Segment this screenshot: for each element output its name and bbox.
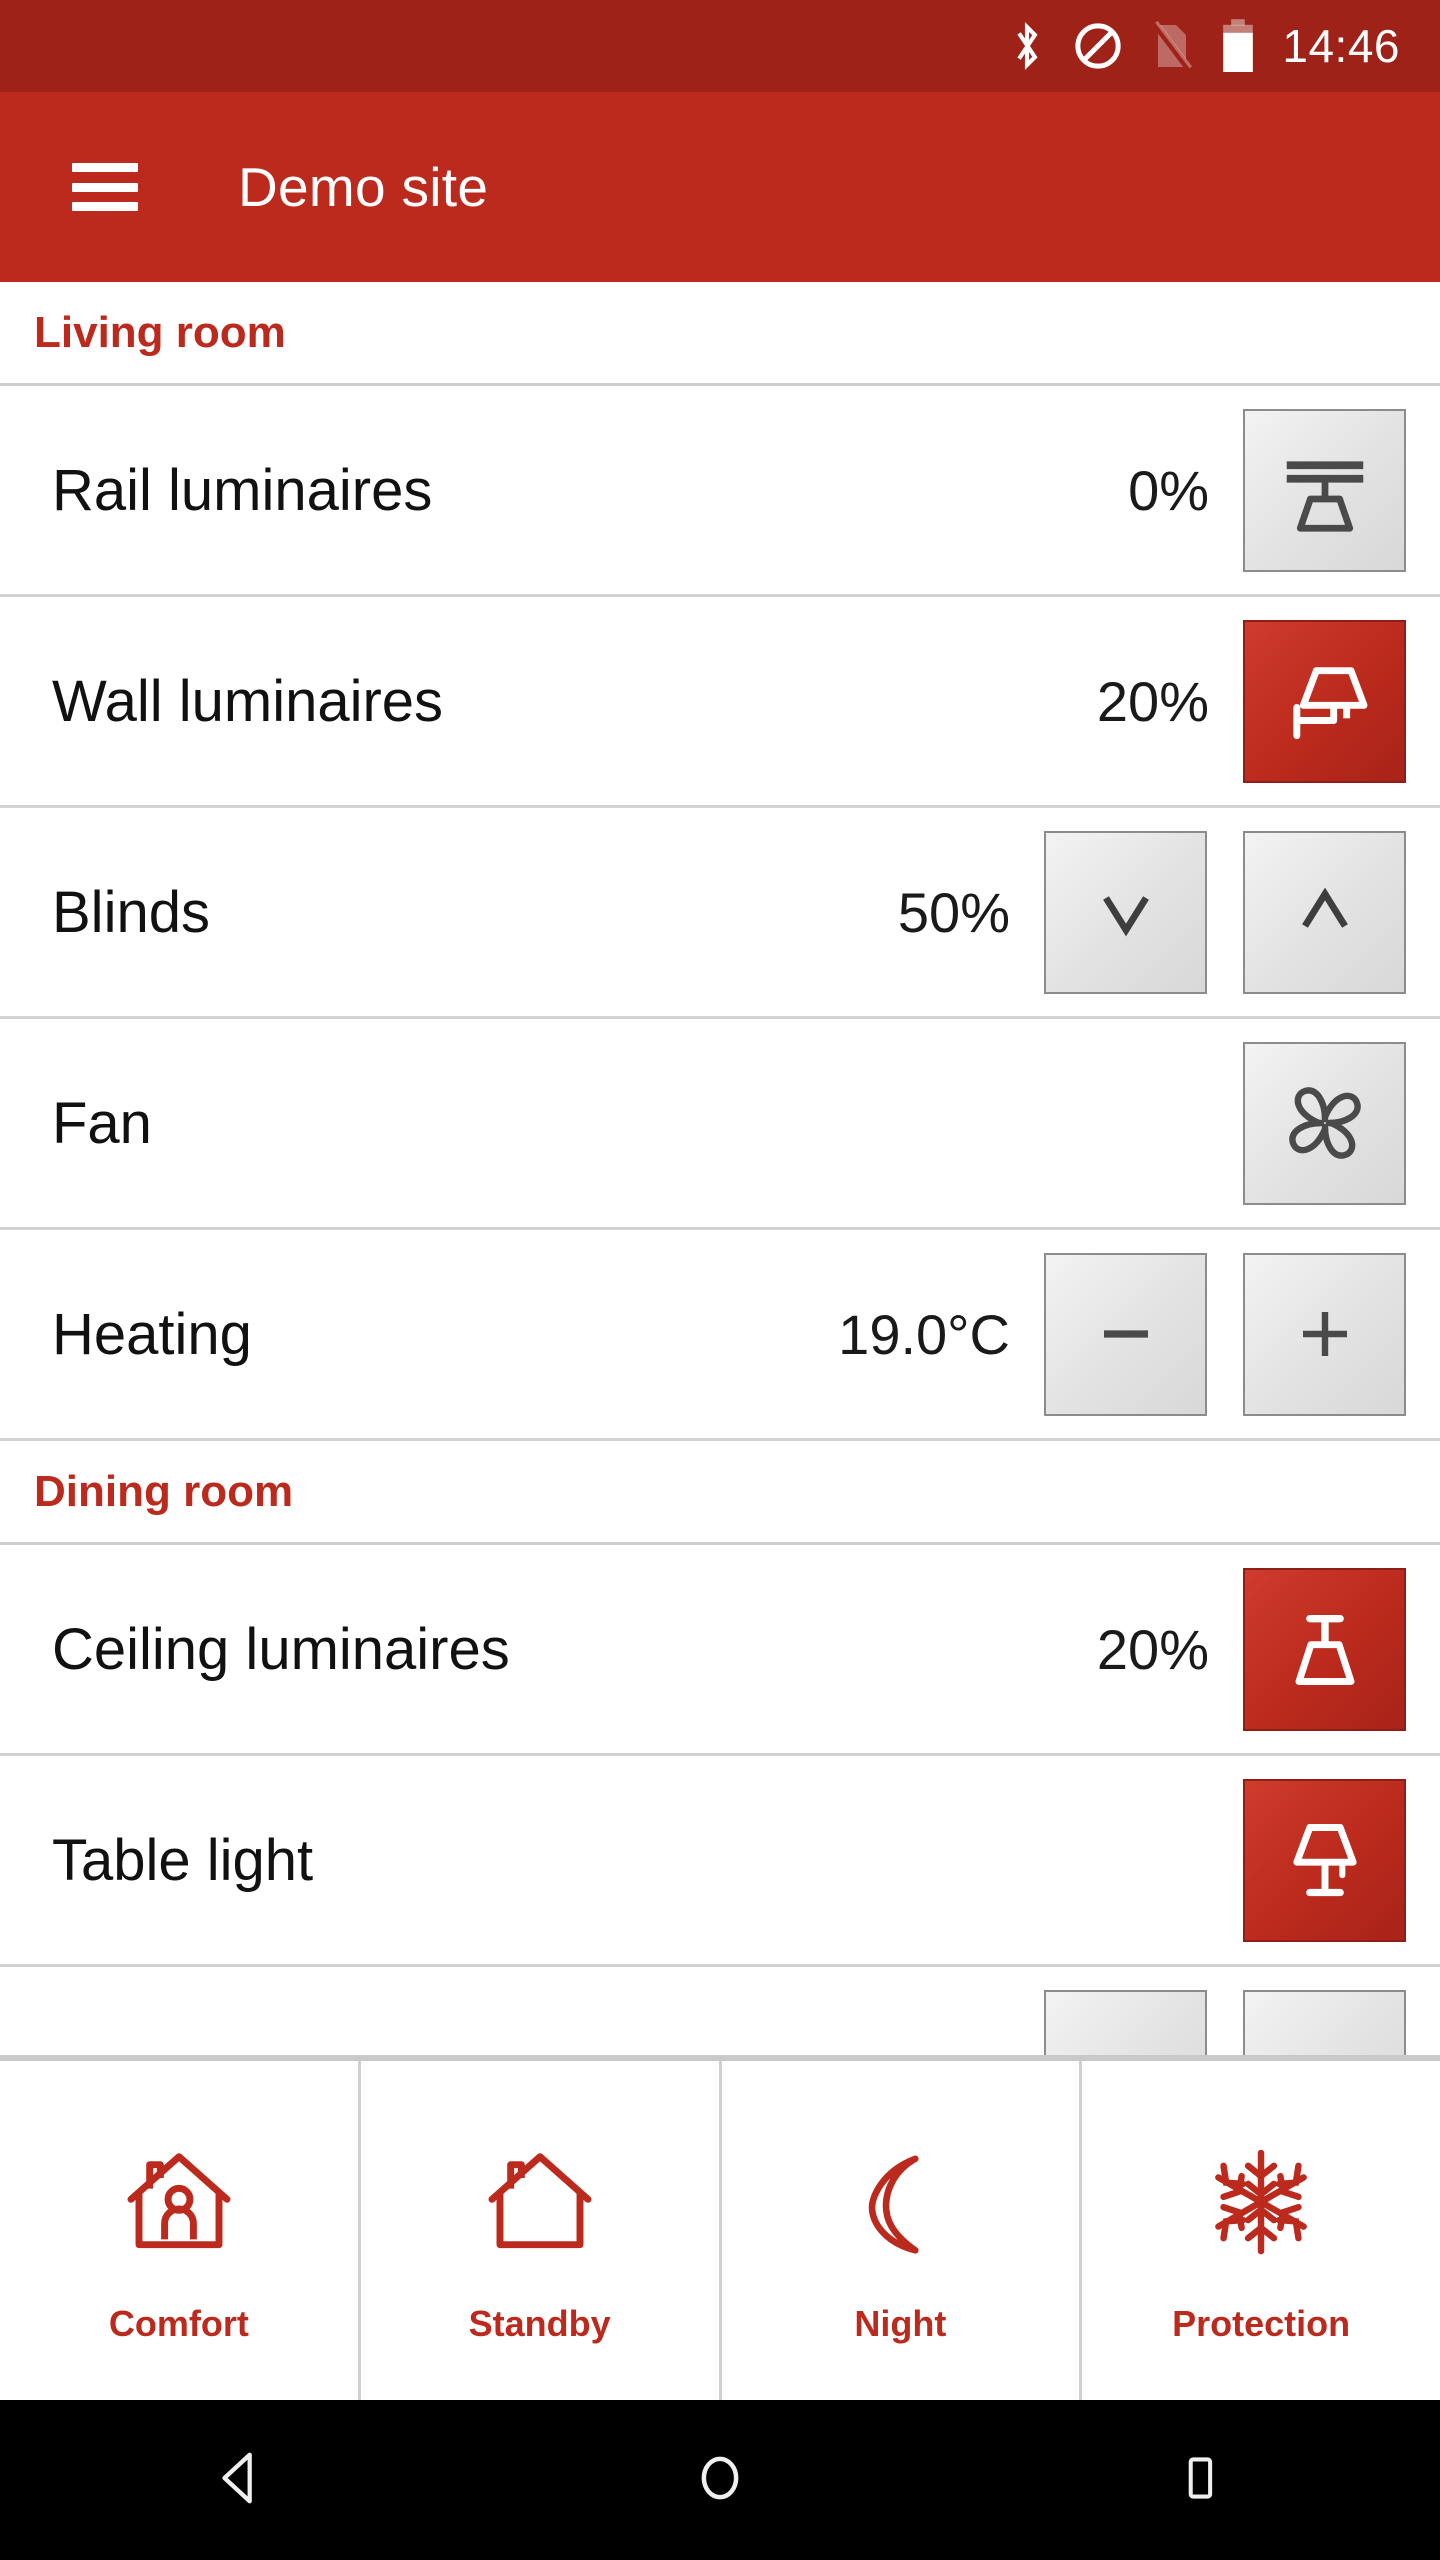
ceiling-luminaire-button[interactable]	[1243, 1567, 1406, 1731]
hamburger-bar-2	[72, 182, 138, 192]
plus-icon	[1285, 1294, 1365, 1374]
fan-button[interactable]	[1243, 1041, 1406, 1205]
chevron-down-icon	[1086, 872, 1166, 952]
device-value: 50%	[897, 880, 1010, 944]
device-controls	[1243, 1567, 1406, 1731]
device-label: Table light	[52, 1827, 314, 1893]
blinds-down-button[interactable]	[1044, 830, 1207, 994]
mode-bar: Comfort Standby Night Protection	[0, 2055, 1440, 2400]
back-triangle-icon	[209, 2447, 271, 2514]
battery-icon	[1220, 18, 1256, 74]
device-row-wall-luminaires[interactable]: Wall luminaires 20%	[0, 597, 1440, 808]
device-controls	[1243, 1041, 1406, 1205]
blinds-up-button[interactable]	[1243, 830, 1406, 994]
home-button[interactable]	[620, 2400, 820, 2560]
ceiling-luminaire-icon	[1273, 1597, 1377, 1701]
device-controls	[1243, 619, 1406, 783]
device-controls	[1044, 830, 1406, 994]
device-row-table-light[interactable]: Table light	[0, 1756, 1440, 1967]
device-label: Blinds	[52, 879, 210, 945]
device-label: Ceiling luminaires	[52, 1616, 510, 1682]
device-controls	[1243, 1778, 1406, 1942]
rail-luminaire-icon	[1271, 436, 1379, 544]
fan-icon	[1277, 1075, 1373, 1171]
device-label: Fan	[52, 1090, 152, 1156]
mode-button-standby[interactable]: Standby	[361, 2061, 722, 2400]
mode-button-night[interactable]: Night	[722, 2061, 1083, 2400]
device-row-rail-luminaires[interactable]: Rail luminaires 0%	[0, 386, 1440, 597]
house-icon	[476, 2127, 604, 2277]
device-value: 19.0°C	[838, 1302, 1010, 1366]
section-header-dining-room: Dining room	[0, 1441, 1440, 1545]
house-with-person-icon	[115, 2127, 243, 2277]
crescent-moon-icon	[839, 2127, 961, 2277]
device-value: 20%	[1096, 669, 1209, 733]
home-circle-icon	[690, 2448, 750, 2513]
device-label: Wall luminaires	[52, 668, 444, 734]
table-light-button[interactable]	[1243, 1778, 1406, 1942]
heating-decrease-button[interactable]	[1044, 1252, 1207, 1416]
mode-label: Comfort	[108, 2302, 249, 2344]
back-button[interactable]	[140, 2400, 340, 2560]
hamburger-bar-1	[72, 163, 138, 172]
rail-luminaire-button[interactable]	[1243, 408, 1406, 572]
minus-icon	[1086, 1294, 1166, 1374]
recents-square-icon	[1173, 2451, 1227, 2510]
table-light-icon	[1273, 1808, 1377, 1912]
status-bar-clock: 14:46	[1282, 20, 1400, 72]
device-label: Heating	[52, 1301, 252, 1367]
mode-button-comfort[interactable]: Comfort	[0, 2061, 361, 2400]
device-value: 0%	[1128, 458, 1209, 522]
chevron-up-icon	[1285, 872, 1365, 952]
app-bar: Demo site	[0, 92, 1440, 282]
bluetooth-icon	[1008, 20, 1046, 72]
mode-label: Protection	[1172, 2302, 1351, 2344]
section-header-living-room: Living room	[0, 282, 1440, 386]
device-row-ceiling-luminaires[interactable]: Ceiling luminaires 20%	[0, 1545, 1440, 1756]
device-row-heating[interactable]: Heating 19.0°C	[0, 1230, 1440, 1441]
no-sim-icon	[1150, 19, 1194, 73]
android-nav-bar	[0, 2400, 1440, 2560]
hamburger-bar-3	[72, 202, 138, 211]
device-row-blinds[interactable]: Blinds 50%	[0, 808, 1440, 1019]
device-controls	[1243, 408, 1406, 572]
mode-button-protection[interactable]: Protection	[1082, 2061, 1440, 2400]
device-value: 20%	[1096, 1617, 1209, 1681]
mode-label: Night	[854, 2302, 947, 2344]
wall-luminaire-button[interactable]	[1243, 619, 1406, 783]
app-title: Demo site	[238, 156, 489, 218]
heating-increase-button[interactable]	[1243, 1252, 1406, 1416]
device-controls	[1044, 1252, 1406, 1416]
status-bar: 14:46	[0, 0, 1440, 92]
status-bar-icons	[1008, 18, 1256, 74]
mode-label: Standby	[468, 2302, 611, 2344]
wall-luminaire-icon	[1273, 649, 1377, 753]
hamburger-menu-icon[interactable]	[72, 163, 138, 211]
do-not-disturb-icon	[1072, 20, 1124, 72]
device-row-fan[interactable]: Fan	[0, 1019, 1440, 1230]
snowflake-icon	[1199, 2127, 1323, 2277]
recents-button[interactable]	[1100, 2400, 1300, 2560]
device-label: Rail luminaires	[52, 457, 433, 523]
